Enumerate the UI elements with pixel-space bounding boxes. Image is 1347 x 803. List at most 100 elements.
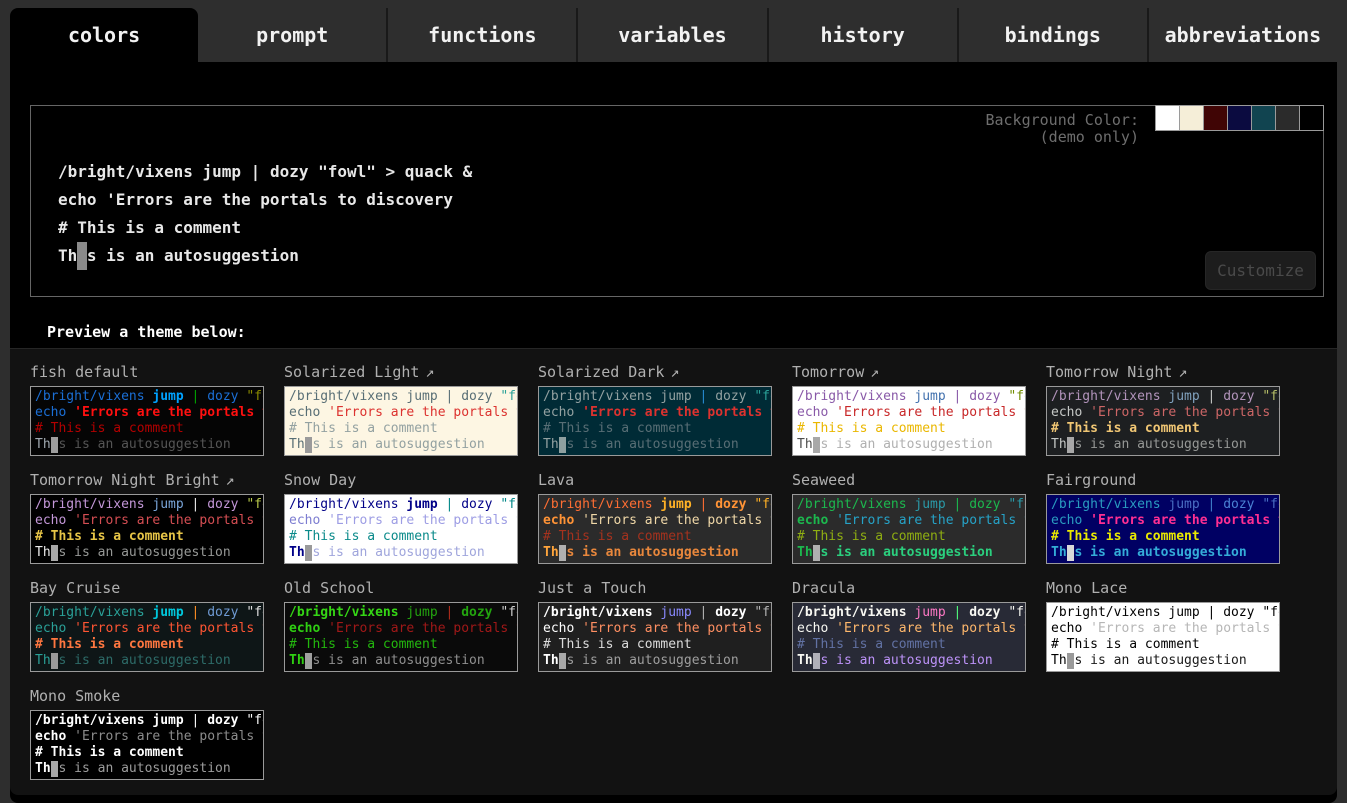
background-color-swatch[interactable]	[1251, 105, 1276, 131]
tab-history[interactable]: history	[767, 8, 957, 62]
token-pipe: |	[946, 605, 969, 620]
token-typed: Th	[797, 545, 813, 560]
theme-preview-box: /bright/vixens jump | dozy "fowl" > quac…	[30, 386, 264, 456]
token-echo: echo	[797, 513, 836, 528]
background-color-swatch[interactable]	[1227, 105, 1252, 131]
tab-abbreviations[interactable]: abbreviations	[1147, 8, 1337, 62]
theme-card[interactable]: Bay Cruise /bright/vixens jump | dozy "f…	[30, 578, 264, 672]
theme-card[interactable]: Tomorrow Night Bright↗ /bright/vixens ju…	[30, 470, 264, 564]
token-string: 'Errors are the portals to discovery	[1090, 621, 1280, 636]
token-pipe: |	[1200, 497, 1223, 512]
token-rest: "fowl" > quack &	[747, 605, 772, 620]
token-echo: echo	[543, 405, 582, 420]
token-sugg: s is an autosuggestion	[566, 653, 738, 668]
tab-prompt[interactable]: prompt	[198, 8, 386, 62]
theme-name: Seaweed	[792, 471, 855, 489]
sample-line: # This is a comment	[797, 637, 1021, 653]
theme-card[interactable]: Solarized Dark↗ /bright/vixens jump | do…	[538, 362, 772, 456]
token-path: /bright/vixens	[1051, 605, 1168, 620]
token-jump: jump	[406, 497, 437, 512]
sample-line: /bright/vixens jump | dozy "fowl" > quac…	[289, 497, 513, 513]
tab-colors[interactable]: colors	[10, 8, 198, 62]
token-rest: "fowl" > quack &	[493, 605, 518, 620]
token-sugg: s is an autosuggestion	[58, 437, 230, 452]
token-string: 'Errors are the portals to discovery	[106, 190, 453, 209]
theme-card[interactable]: Snow Day /bright/vixens jump | dozy "fow…	[284, 470, 518, 564]
token-dozy: dozy	[1223, 389, 1254, 404]
sample-line: echo 'Errors are the portals to discover…	[1051, 405, 1275, 421]
tab-variables[interactable]: variables	[576, 8, 766, 62]
sample-line: /bright/vixens jump | dozy "fowl" > quac…	[797, 605, 1021, 621]
token-sugg: s is an autosuggestion	[312, 437, 484, 452]
token-path: /bright/vixens	[35, 497, 152, 512]
token-dozy: dozy	[207, 497, 238, 512]
theme-card[interactable]: fish default /bright/vixens jump | dozy …	[30, 362, 264, 456]
background-color-swatch[interactable]	[1299, 105, 1324, 131]
token-rest: "fowl" > quack &	[1001, 497, 1026, 512]
token-dozy: dozy	[715, 605, 746, 620]
theme-card[interactable]: Just a Touch /bright/vixens jump | dozy …	[538, 578, 772, 672]
theme-card[interactable]: Tomorrow↗ /bright/vixens jump | dozy "fo…	[792, 362, 1026, 456]
sample-line: # This is a comment	[289, 637, 513, 653]
token-sugg: s is an autosuggestion	[58, 653, 230, 668]
sample-line: This is an autosuggestion	[543, 653, 767, 669]
theme-card[interactable]: Mono Smoke /bright/vixens jump | dozy "f…	[30, 686, 264, 780]
theme-card[interactable]: Old School /bright/vixens jump | dozy "f…	[284, 578, 518, 672]
token-comment: # This is a comment	[1051, 637, 1200, 652]
theme-card[interactable]: Lava /bright/vixens jump | dozy "fowl" >…	[538, 470, 772, 564]
token-rest: "fowl" > quack &	[493, 389, 518, 404]
token-rest: "fowl" > quack &	[1255, 497, 1280, 512]
sample-line: /bright/vixens jump | dozy "fowl" > quac…	[35, 713, 259, 729]
token-path: /bright/vixens	[35, 605, 152, 620]
background-color-swatch[interactable]	[1203, 105, 1228, 131]
sample-line: echo 'Errors are the portals to discover…	[797, 405, 1021, 421]
external-link-arrow-icon[interactable]: ↗	[870, 363, 879, 381]
token-string: 'Errors are the portals to discovery	[328, 513, 518, 528]
sample-line: This is an autosuggestion	[35, 653, 259, 669]
sample-line: This is an autosuggestion	[35, 437, 259, 453]
token-path: /bright/vixens	[1051, 389, 1168, 404]
token-dozy: dozy	[270, 162, 309, 181]
theme-card[interactable]: Fairground /bright/vixens jump | dozy "f…	[1046, 470, 1280, 564]
tab-bindings[interactable]: bindings	[957, 8, 1147, 62]
sample-line: echo 'Errors are the portals to discover…	[1051, 513, 1275, 529]
external-link-arrow-icon[interactable]: ↗	[670, 363, 679, 381]
customize-button[interactable]: Customize	[1205, 251, 1316, 290]
token-sugg: s is an autosuggestion	[87, 246, 299, 265]
sample-line: echo 'Errors are the portals to discover…	[58, 186, 472, 214]
token-echo: echo	[543, 621, 582, 636]
theme-card[interactable]: Solarized Light↗ /bright/vixens jump | d…	[284, 362, 518, 456]
token-typed: Th	[35, 437, 51, 452]
external-link-arrow-icon[interactable]: ↗	[1178, 363, 1187, 381]
token-sugg: s is an autosuggestion	[1074, 545, 1246, 560]
theme-card[interactable]: Mono Lace /bright/vixens jump | dozy "fo…	[1046, 578, 1280, 672]
background-color-label-line2: (demo only)	[985, 129, 1139, 146]
theme-name: Tomorrow Night Bright	[30, 471, 220, 489]
color-preview-pane: Background Color: (demo only) /bright/vi…	[30, 105, 1324, 297]
token-dozy: dozy	[461, 389, 492, 404]
token-dozy: dozy	[715, 497, 746, 512]
sample-line: # This is a comment	[797, 421, 1021, 437]
theme-preview-box: /bright/vixens jump | dozy "fowl" > quac…	[538, 386, 772, 456]
theme-preview-box: /bright/vixens jump | dozy "fowl" > quac…	[792, 602, 1026, 672]
token-dozy: dozy	[461, 605, 492, 620]
background-color-swatch[interactable]	[1275, 105, 1300, 131]
theme-card[interactable]: Tomorrow Night ↗ /bright/vixens jump | do…	[1046, 362, 1280, 456]
tab-functions[interactable]: functions	[386, 8, 576, 62]
sample-line: /bright/vixens jump | dozy "fowl" > quac…	[1051, 389, 1275, 405]
theme-card[interactable]: Seaweed /bright/vixens jump | dozy "fowl…	[792, 470, 1026, 564]
theme-name: Snow Day	[284, 471, 356, 489]
external-link-arrow-icon[interactable]: ↗	[226, 471, 235, 489]
token-comment: # This is a comment	[289, 637, 438, 652]
theme-card[interactable]: Dracula /bright/vixens jump | dozy "fowl…	[792, 578, 1026, 672]
token-echo: echo	[58, 190, 106, 209]
sample-line: This is an autosuggestion	[58, 242, 472, 270]
sample-line: /bright/vixens jump | dozy "fowl" > quac…	[543, 389, 767, 405]
external-link-arrow-icon[interactable]: ↗	[425, 363, 434, 381]
token-dozy: dozy	[461, 497, 492, 512]
token-comment: # This is a comment	[35, 637, 184, 652]
theme-name: Tomorrow Night	[1046, 363, 1172, 381]
background-color-swatch[interactable]	[1155, 105, 1180, 131]
token-echo: echo	[35, 729, 74, 744]
background-color-swatch[interactable]	[1179, 105, 1204, 131]
